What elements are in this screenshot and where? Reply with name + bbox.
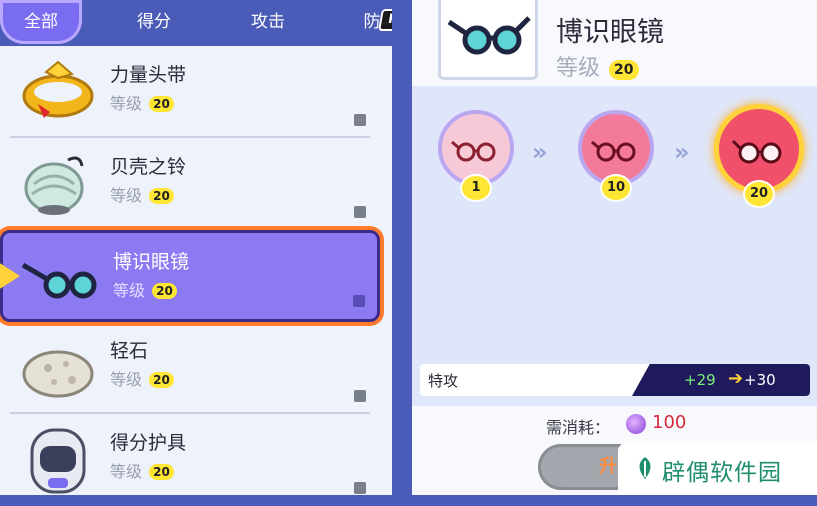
glasses-icon xyxy=(731,139,782,164)
item-name: 轻石 xyxy=(110,340,149,362)
equip-slot-indicator xyxy=(354,482,366,494)
upgrade-stage-1: 1 xyxy=(438,110,518,202)
glasses-icon xyxy=(451,140,496,162)
cost-label: 需消耗： xyxy=(546,418,611,437)
item-level: 等级 20 xyxy=(110,90,174,114)
tab-scoring[interactable]: 得分 xyxy=(114,0,194,44)
tab-all[interactable]: 全部 xyxy=(0,0,82,44)
watermark: 辟偶软件园 xyxy=(618,443,817,495)
item-enhancer-icon xyxy=(626,414,646,434)
stage-level-badge: 10 xyxy=(600,174,632,202)
detail-header: 博识眼镜 等级 20 xyxy=(412,0,817,86)
glasses-icon xyxy=(591,140,636,162)
list-item-selected[interactable]: 博识眼镜 等级 20 xyxy=(0,230,380,322)
equip-slot-indicator xyxy=(354,114,366,126)
equip-slot-indicator xyxy=(354,390,366,402)
item-level: 等级 20 xyxy=(110,182,174,206)
item-name: 得分护具 xyxy=(110,432,187,454)
item-detail-panel: 博识眼镜 等级 20 1 » 10 » 20 特攻 +29 ➔ +30 需消耗：… xyxy=(412,0,817,495)
stat-row: 特攻 +29 ➔ +30 xyxy=(420,364,810,396)
category-tabs: 全部 得分 攻击 防 R xyxy=(0,0,408,46)
cost-value: 100 xyxy=(652,412,687,433)
item-name: 博识眼镜 xyxy=(113,251,190,273)
upgrade-stage-20: 20 xyxy=(714,104,804,208)
detail-item-level: 等级 20 xyxy=(556,50,639,82)
tab-attack[interactable]: 攻击 xyxy=(228,0,308,44)
detail-item-frame xyxy=(438,0,538,80)
leaf-logo-icon xyxy=(639,457,651,479)
selection-pointer-icon xyxy=(0,262,20,290)
item-name: 力量头带 xyxy=(110,64,187,86)
upgrade-stage-10: 10 xyxy=(578,110,658,202)
watermark-text: 辟偶软件园 xyxy=(662,460,782,486)
detail-item-name: 博识眼镜 xyxy=(556,17,664,48)
headband-icon xyxy=(22,60,94,118)
item-level: 等级 20 xyxy=(110,366,174,390)
stat-values: +29 ➔ +30 xyxy=(632,364,810,396)
stage-level-badge: 1 xyxy=(460,174,492,202)
stat-label: 特攻 xyxy=(428,372,459,390)
wise-glasses-icon xyxy=(447,16,531,55)
stage-level-badge: 20 xyxy=(743,180,775,208)
chevron-right-icon: » xyxy=(532,138,548,166)
stat-next-value: +30 xyxy=(744,371,776,389)
chevron-right-icon: » xyxy=(674,138,690,166)
shell-bell-icon xyxy=(24,156,84,215)
list-item[interactable]: 力量头带 等级 20 xyxy=(0,46,378,138)
item-list-panel: 全部 得分 攻击 防 R 力量头带 等级 20 贝壳之铃 等级 20 xyxy=(0,0,408,495)
equip-slot-indicator xyxy=(353,295,365,307)
item-level: 等级 20 xyxy=(113,277,177,301)
list-item[interactable]: 贝壳之铃 等级 20 xyxy=(0,138,378,230)
stat-current-value: +29 xyxy=(684,371,716,389)
arrow-right-icon: ➔ xyxy=(728,368,744,389)
wise-glasses-icon xyxy=(21,262,97,299)
list-item[interactable]: 轻石 等级 20 xyxy=(0,322,378,414)
panel-separator xyxy=(392,0,412,495)
item-level: 等级 20 xyxy=(110,458,174,482)
float-stone-icon xyxy=(22,350,94,398)
equip-slot-indicator xyxy=(354,206,366,218)
score-shield-icon xyxy=(30,428,86,494)
list-item[interactable]: 得分护具 等级 20 xyxy=(0,414,378,506)
item-name: 贝壳之铃 xyxy=(110,156,187,178)
